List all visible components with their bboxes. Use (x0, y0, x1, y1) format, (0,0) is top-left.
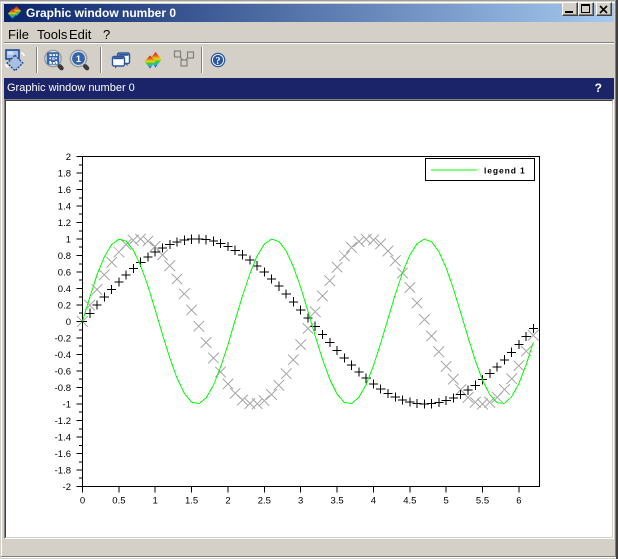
svg-text:-0.6: -0.6 (55, 366, 71, 377)
svg-text:1.5: 1.5 (185, 496, 198, 507)
svg-text:3.5: 3.5 (330, 496, 343, 507)
svg-text:-0.4: -0.4 (55, 350, 71, 361)
svg-text:6: 6 (516, 496, 521, 507)
svg-text:0: 0 (80, 496, 85, 507)
svg-text:5.5: 5.5 (476, 496, 489, 507)
svg-text:1: 1 (66, 234, 71, 245)
svg-text:5: 5 (444, 496, 449, 507)
svg-text:0.4: 0.4 (58, 284, 71, 295)
svg-text:1.6: 1.6 (58, 185, 71, 196)
svg-text:1.4: 1.4 (58, 201, 71, 212)
svg-text:-1.4: -1.4 (55, 432, 71, 443)
svg-text:4.5: 4.5 (403, 496, 416, 507)
svg-text:2: 2 (225, 496, 230, 507)
svg-text:-0.8: -0.8 (55, 383, 71, 394)
svg-text:-1.6: -1.6 (55, 449, 71, 460)
svg-text:0.8: 0.8 (58, 251, 71, 262)
svg-text:-1: -1 (63, 399, 71, 410)
svg-text:-1.2: -1.2 (55, 416, 71, 427)
svg-text:0.2: 0.2 (58, 300, 71, 311)
svg-text:2.5: 2.5 (258, 496, 271, 507)
svg-text:0: 0 (66, 317, 71, 328)
svg-text:1: 1 (153, 496, 158, 507)
svg-text:4: 4 (371, 496, 376, 507)
svg-text:1.8: 1.8 (58, 168, 71, 179)
svg-text:0.5: 0.5 (112, 496, 125, 507)
svg-text:3: 3 (298, 496, 303, 507)
svg-text:-2: -2 (63, 482, 71, 493)
svg-text:-1.8: -1.8 (55, 465, 71, 476)
svg-text:0.6: 0.6 (58, 267, 71, 278)
svg-text:2: 2 (66, 152, 71, 163)
svg-text:-0.2: -0.2 (55, 333, 71, 344)
svg-text:1.2: 1.2 (58, 218, 71, 229)
svg-text:legend 1: legend 1 (484, 166, 526, 176)
